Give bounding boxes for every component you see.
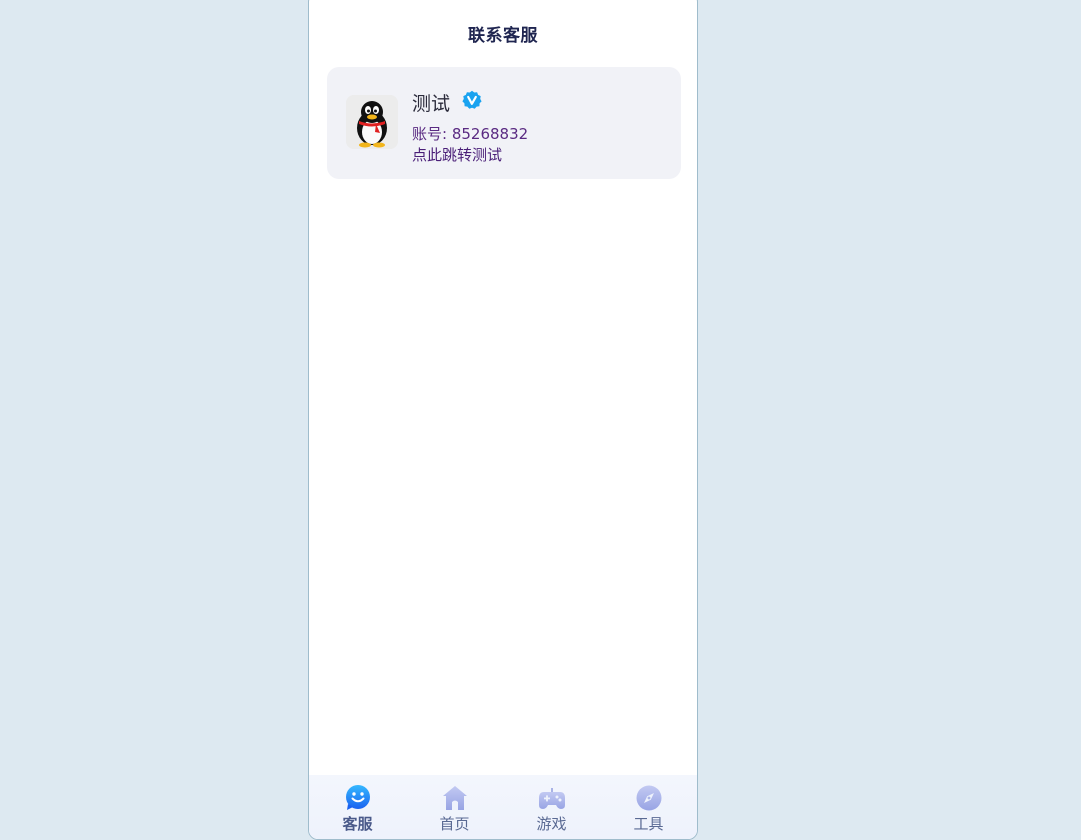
- avatar: [346, 95, 398, 149]
- tab-tools[interactable]: 工具: [600, 775, 697, 839]
- tab-label: 工具: [633, 815, 664, 833]
- bottom-tabbar: 客服 首页 游戏 工具: [309, 775, 697, 839]
- contact-card[interactable]: 测试 账号: 85268832 点此跳转测试: [327, 67, 681, 179]
- tab-label: 客服: [342, 815, 373, 833]
- gamepad-icon: [538, 788, 565, 809]
- tab-customer-service[interactable]: 客服: [309, 775, 406, 839]
- qq-penguin-icon: [346, 95, 398, 149]
- page-title: 联系客服: [468, 26, 538, 46]
- tab-home[interactable]: 首页: [406, 775, 503, 839]
- tab-label: 首页: [439, 815, 470, 833]
- chat-smile-icon: [345, 785, 370, 810]
- tab-label: 游戏: [536, 815, 567, 833]
- verified-badge-icon: [462, 90, 482, 109]
- phone-frame: 联系客服 测试 账号: 85268832 点此跳转测试 客服 首页 游戏 工具: [308, 0, 698, 840]
- contact-account: 账号: 85268832: [412, 125, 529, 143]
- contact-name: 测试: [412, 93, 451, 115]
- tab-games[interactable]: 游戏: [503, 775, 600, 839]
- home-icon: [442, 786, 467, 810]
- compass-icon: [636, 785, 661, 811]
- contact-jump-link[interactable]: 点此跳转测试: [412, 144, 502, 165]
